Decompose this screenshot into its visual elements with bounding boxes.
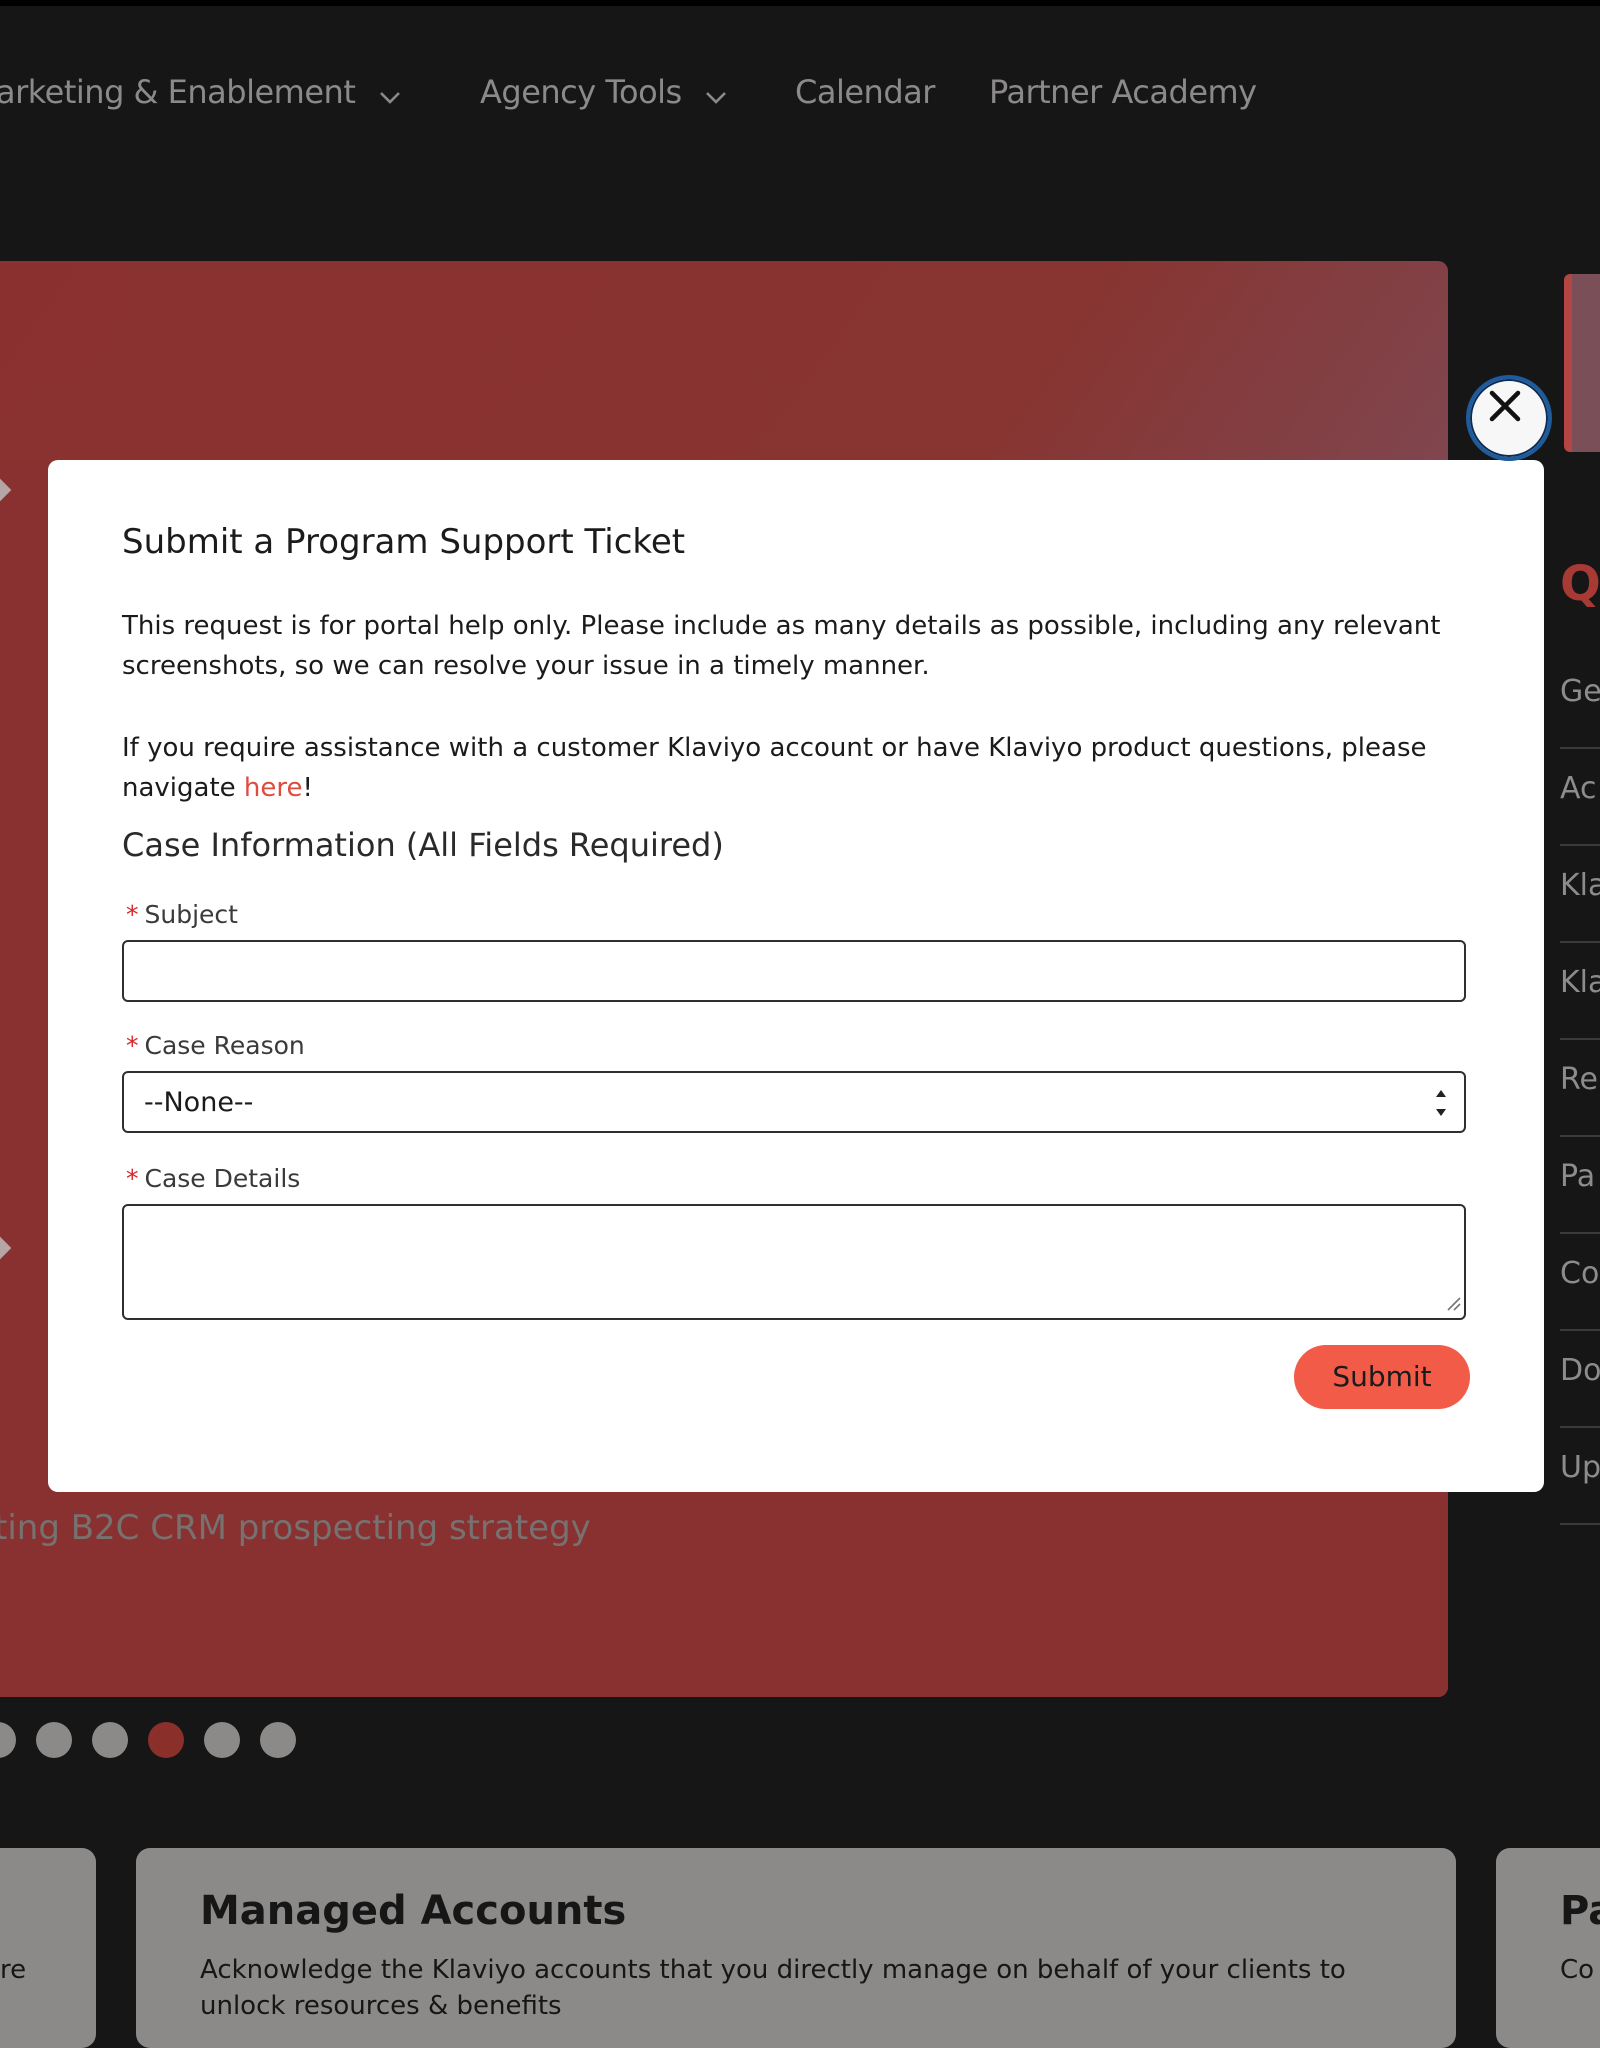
carousel-dot[interactable] (260, 1722, 296, 1758)
nav-item-marketing-enablement[interactable]: arketing & Enablement (0, 72, 401, 114)
top-edge-bar (0, 0, 1600, 6)
case-info-heading: Case Information (All Fields Required) (122, 826, 724, 864)
modal-close-button[interactable] (1466, 375, 1552, 461)
card-left-partial[interactable]: re (0, 1848, 96, 2048)
modal-help-text-prefix: If you require assistance with a custome… (122, 733, 1427, 803)
right-list-item[interactable]: Re (1560, 1040, 1600, 1137)
close-icon (1470, 379, 1548, 457)
modal-title: Submit a Program Support Ticket (122, 522, 686, 562)
carousel-dot[interactable] (36, 1722, 72, 1758)
chevron-down-icon (705, 74, 727, 114)
required-marker: * (126, 900, 139, 929)
right-list-item[interactable]: Kla (1560, 943, 1600, 1040)
subject-input[interactable] (122, 940, 1466, 1002)
right-list-item[interactable]: Do (1560, 1331, 1600, 1428)
case-reason-selected-value: --None-- (144, 1087, 254, 1118)
nav-item-label: Agency Tools (480, 73, 682, 111)
right-list-item[interactable]: Kla (1560, 846, 1600, 943)
nav-item-calendar[interactable]: Calendar (795, 72, 935, 112)
right-list-item[interactable]: Pa (1560, 1137, 1600, 1234)
required-marker: * (126, 1031, 139, 1060)
card-title: Managed Accounts (200, 1888, 627, 1934)
card-right-partial[interactable]: Pa Co (1496, 1848, 1600, 2048)
subject-label: * Subject (126, 900, 238, 929)
subject-label-text: Subject (144, 900, 238, 929)
right-list-item[interactable]: Co (1560, 1234, 1600, 1331)
support-ticket-modal: Submit a Program Support Ticket This req… (48, 460, 1544, 1492)
card-text: re (0, 1955, 27, 1985)
card-title: Pa (1560, 1888, 1600, 1934)
case-details-textarea[interactable] (122, 1204, 1466, 1320)
case-reason-label: * Case Reason (126, 1031, 305, 1060)
hero-caption: ting B2C CRM prospecting strategy (0, 1508, 591, 1548)
nav-item-agency-tools[interactable]: Agency Tools (480, 72, 727, 114)
carousel-dot[interactable] (92, 1722, 128, 1758)
nav-item-label: arketing & Enablement (0, 73, 356, 111)
modal-help-text-suffix: ! (302, 773, 313, 803)
case-details-label: * Case Details (126, 1164, 300, 1193)
required-marker: * (126, 1164, 139, 1193)
card-text: Co (1560, 1955, 1595, 1985)
modal-help-text: If you require assistance with a custome… (122, 728, 1482, 808)
right-list-item[interactable]: Ac (1560, 749, 1600, 846)
case-reason-select[interactable]: --None-- (122, 1071, 1466, 1133)
right-panel-list: Ge Ac Kla Kla Re Pa Co Do Up (1560, 652, 1600, 1525)
chevron-down-icon (379, 74, 401, 114)
resize-grip-icon[interactable] (1444, 1294, 1462, 1316)
card-managed-accounts[interactable]: Managed Accounts Acknowledge the Klaviyo… (136, 1848, 1456, 2048)
right-list-item[interactable]: Up (1560, 1428, 1600, 1525)
select-arrows-icon (1434, 1085, 1448, 1125)
carousel-dot[interactable] (204, 1722, 240, 1758)
right-promo-card[interactable] (1564, 274, 1600, 452)
help-link[interactable]: here (244, 773, 303, 803)
right-panel-heading: Q (1560, 556, 1600, 612)
carousel-dot[interactable] (0, 1722, 16, 1758)
card-text: Acknowledge the Klaviyo accounts that yo… (200, 1955, 1346, 2021)
nav-item-partner-academy[interactable]: Partner Academy (989, 72, 1257, 112)
case-reason-label-text: Case Reason (144, 1031, 305, 1060)
nav-item-label: Partner Academy (989, 73, 1257, 111)
modal-intro-text: This request is for portal help only. Pl… (122, 611, 1441, 681)
nav-item-label: Calendar (795, 73, 935, 111)
submit-button[interactable]: Submit (1294, 1345, 1470, 1409)
right-list-item[interactable]: Ge (1560, 652, 1600, 749)
carousel-dot-active[interactable] (148, 1722, 184, 1758)
case-details-label-text: Case Details (144, 1164, 301, 1193)
